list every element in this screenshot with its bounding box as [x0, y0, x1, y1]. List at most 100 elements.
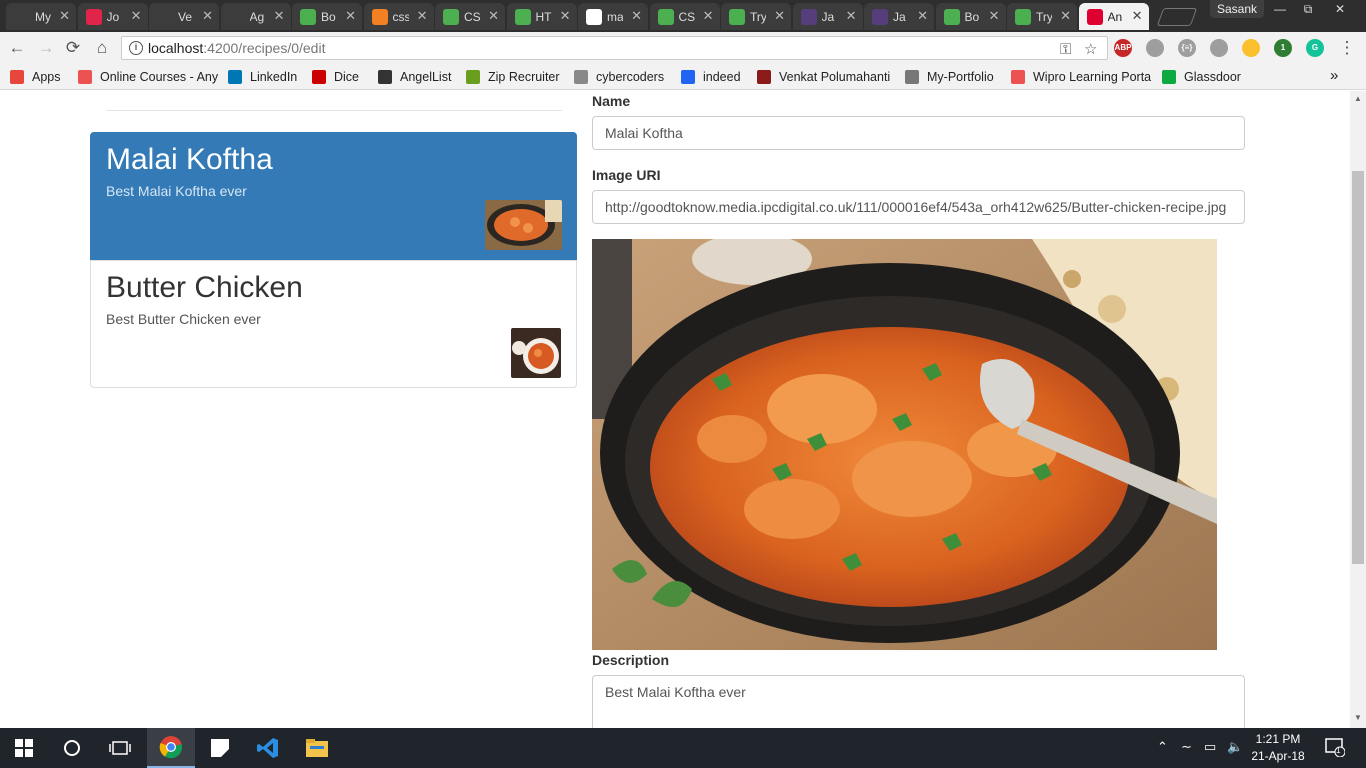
page-scrollbar[interactable]: ▲ ▼	[1350, 91, 1366, 728]
close-tab-icon[interactable]: ✕	[989, 8, 1000, 24]
extension-icon[interactable]: G	[1306, 39, 1324, 57]
bookmark-item[interactable]: Online Courses - Any	[78, 68, 218, 86]
bookmark-item[interactable]: Apps	[10, 68, 70, 86]
page-content: Malai Koftha Best Malai Koftha ever Butt…	[0, 91, 1366, 728]
recipe-item-malai-koftha[interactable]: Malai Koftha Best Malai Koftha ever	[90, 132, 577, 260]
recipe-item-butter-chicken[interactable]: Butter Chicken Best Butter Chicken ever	[90, 260, 577, 388]
browser-tab[interactable]: Ja ✕	[864, 3, 934, 30]
new-tab-button[interactable]	[1156, 8, 1198, 26]
site-info-icon[interactable]: i	[129, 41, 143, 55]
description-textarea[interactable]: Best Malai Koftha ever	[592, 675, 1245, 728]
browser-tab[interactable]: Bo ✕	[292, 3, 362, 30]
bookmark-item[interactable]: Dice	[312, 68, 372, 86]
close-tab-icon[interactable]: ✕	[703, 8, 714, 24]
page-icon	[157, 8, 173, 25]
bookmark-item[interactable]: Wipro Learning Porta	[1011, 68, 1156, 86]
close-tab-icon[interactable]: ✕	[1060, 8, 1071, 24]
close-tab-icon[interactable]: ✕	[917, 8, 928, 24]
close-tab-icon[interactable]: ✕	[274, 8, 285, 24]
w3schools-icon	[943, 8, 960, 25]
w3schools-icon	[657, 8, 674, 25]
bookmark-item[interactable]: Glassdoor	[1162, 68, 1252, 86]
tab-title: css	[392, 9, 409, 24]
close-tab-icon[interactable]: ✕	[560, 8, 571, 24]
forward-icon[interactable]: →	[35, 37, 57, 59]
name-input[interactable]: Malai Koftha	[592, 116, 1245, 150]
browser-tab[interactable]: css ✕	[363, 3, 434, 30]
extension-icon[interactable]: ABP	[1114, 39, 1132, 57]
key-icon[interactable]: ⚿	[1060, 39, 1071, 61]
close-tab-icon[interactable]: ✕	[345, 8, 356, 24]
close-tab-icon[interactable]: ✕	[488, 8, 499, 24]
clock[interactable]: 1:21 PM 21-Apr-18	[1246, 731, 1310, 765]
scrollbar-thumb[interactable]	[1352, 171, 1364, 564]
bookmark-item[interactable]: AngelList	[378, 68, 460, 86]
close-tab-icon[interactable]: ✕	[1132, 8, 1143, 24]
back-icon[interactable]: ←	[6, 37, 28, 59]
extension-icon[interactable]	[1146, 39, 1164, 57]
profile-button[interactable]: Sasank	[1210, 0, 1264, 18]
browser-tab[interactable]: An ✕	[1078, 3, 1149, 30]
udemy-icon	[1011, 70, 1025, 84]
extension-icon[interactable]	[1210, 39, 1228, 57]
close-tab-icon[interactable]: ✕	[846, 8, 857, 24]
bookmark-item[interactable]: LinkedIn	[228, 68, 308, 86]
address-bar[interactable]: i localhost:4200/recipes/0/edit ⚿ ☆	[121, 36, 1108, 60]
notifications-icon[interactable]: 1	[1325, 737, 1346, 760]
volume-icon[interactable]: 🔈	[1227, 739, 1243, 755]
restore-icon[interactable]: ⧉	[1294, 0, 1322, 18]
chrome-menu-icon[interactable]: ⋮	[1336, 37, 1358, 59]
bookmark-item[interactable]: cybercoders	[574, 68, 674, 86]
tab-title: Try	[750, 9, 766, 24]
battery-icon[interactable]: ▭	[1204, 739, 1216, 755]
chrome-icon[interactable]	[147, 728, 195, 768]
bookmark-item[interactable]: Venkat Polumahanti	[757, 68, 897, 86]
browser-tab[interactable]: Jo ✕	[77, 3, 148, 30]
start-icon[interactable]	[0, 728, 48, 768]
close-tab-icon[interactable]: ✕	[631, 8, 642, 24]
google-icon	[586, 8, 602, 25]
scroll-down-icon[interactable]: ▼	[1350, 713, 1366, 722]
browser-tab[interactable]: CS ✕	[649, 3, 720, 30]
close-tab-icon[interactable]: ✕	[774, 8, 785, 24]
bookmark-item[interactable]: Zip Recruiter	[466, 68, 568, 86]
bookmark-item[interactable]: indeed	[681, 68, 751, 86]
extension-icon[interactable]: 1	[1274, 39, 1292, 57]
task-view-icon[interactable]	[96, 728, 144, 768]
url-path: :4200/recipes/0/edit	[203, 40, 326, 56]
browser-tab[interactable]: Ag ✕	[220, 3, 291, 30]
sticky-notes-icon[interactable]	[196, 728, 244, 768]
reload-icon[interactable]: ⟳	[62, 37, 84, 59]
minimize-icon[interactable]: —	[1266, 0, 1294, 18]
extension-icon[interactable]	[1242, 39, 1260, 57]
close-tab-icon[interactable]: ✕	[131, 8, 142, 24]
bookmark-item[interactable]: My-Portfolio	[905, 68, 1005, 86]
more-bookmarks-icon[interactable]: »	[1330, 66, 1338, 84]
scroll-up-icon[interactable]: ▲	[1350, 94, 1366, 103]
tab-title: ma	[607, 9, 623, 24]
extension-icon[interactable]: {≡}	[1178, 39, 1196, 57]
show-hidden-icons-icon[interactable]: ⌃	[1157, 739, 1168, 755]
bookmark-star-icon[interactable]: ☆	[1084, 39, 1097, 61]
browser-tab[interactable]: CS ✕	[435, 3, 505, 30]
browser-tab[interactable]: My ✕	[6, 3, 76, 30]
vscode-icon[interactable]	[244, 728, 292, 768]
browser-tab[interactable]: Ve ✕	[149, 3, 219, 30]
tab-title: Jo	[106, 9, 120, 24]
browser-tab[interactable]: Try ✕	[1007, 3, 1077, 30]
recipe-description: Best Malai Koftha ever	[106, 183, 247, 199]
file-explorer-icon[interactable]	[293, 728, 341, 768]
wifi-icon[interactable]: ∼	[1181, 739, 1192, 755]
close-tab-icon[interactable]: ✕	[59, 8, 70, 24]
close-tab-icon[interactable]: ✕	[417, 8, 428, 24]
cortana-icon[interactable]	[48, 728, 96, 768]
home-icon[interactable]: ⌂	[91, 37, 113, 59]
image-uri-input[interactable]: http://goodtoknow.media.ipcdigital.co.uk…	[592, 190, 1245, 224]
browser-tab[interactable]: Try ✕	[721, 3, 791, 30]
browser-tab[interactable]: HT ✕	[506, 3, 577, 30]
close-window-icon[interactable]: ✕	[1326, 0, 1354, 18]
browser-tab[interactable]: ma ✕	[578, 3, 648, 30]
close-tab-icon[interactable]: ✕	[202, 8, 213, 24]
browser-tab[interactable]: Bo ✕	[935, 3, 1006, 30]
browser-tab[interactable]: Ja ✕	[792, 3, 863, 30]
